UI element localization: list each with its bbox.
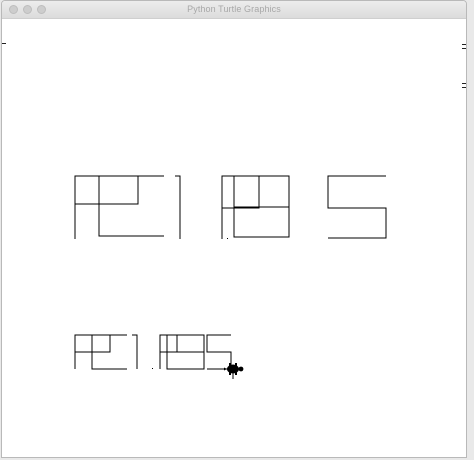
right-edge-mark-top xyxy=(462,44,466,45)
right-edge-mark-mid-2 xyxy=(462,87,466,88)
small-digit-8 xyxy=(166,334,205,370)
large-digit-1 xyxy=(175,175,181,239)
left-edge-mark xyxy=(2,43,6,44)
right-edge-mark-top-2 xyxy=(462,48,466,49)
canvas-drawing xyxy=(74,175,387,379)
small-digit-1 xyxy=(132,334,138,369)
large-digit-8 xyxy=(233,175,290,238)
large-pc1985-drawing xyxy=(74,175,387,239)
small-digit-5 xyxy=(206,334,232,370)
right-edge-mark-mid xyxy=(462,83,466,84)
turtle-icon[interactable] xyxy=(224,363,244,375)
window-title: Python Turtle Graphics xyxy=(187,4,281,14)
large-digit-5 xyxy=(327,175,387,239)
title-bar[interactable]: Python Turtle Graphics xyxy=(2,1,466,19)
small-dot xyxy=(152,368,153,369)
turtle-canvas[interactable] xyxy=(2,19,466,457)
large-dot xyxy=(227,238,228,239)
large-letter-p xyxy=(74,175,139,239)
large-letter-c xyxy=(98,175,164,237)
turtle-window: Python Turtle Graphics xyxy=(1,0,467,458)
small-pc1985-drawing xyxy=(74,334,234,379)
